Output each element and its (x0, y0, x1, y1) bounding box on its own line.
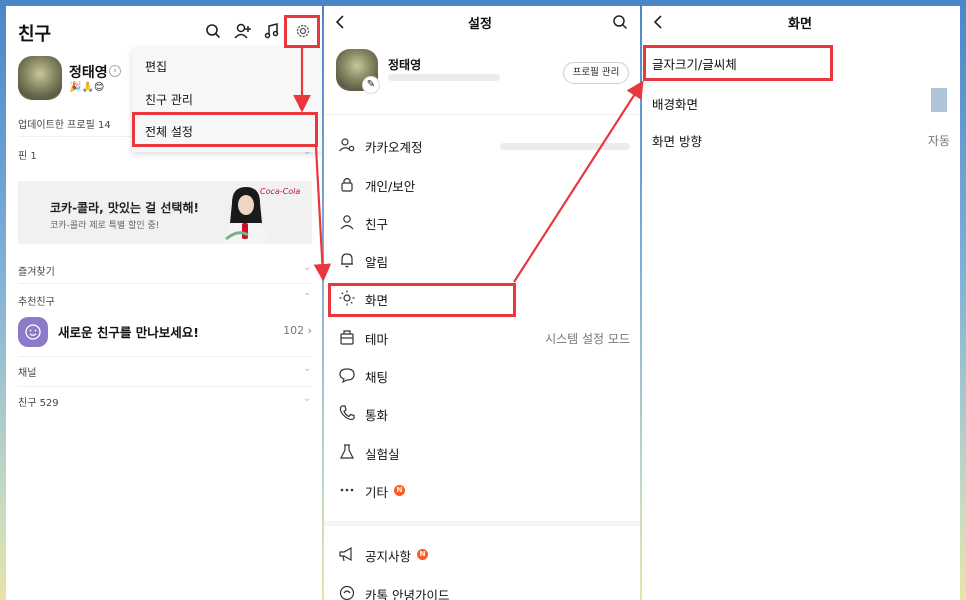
recommend-friends-text[interactable]: 새로운 친구를 만나보세요! (58, 322, 199, 341)
updated-profiles-label[interactable]: 업데이트한 프로필 14 (18, 116, 111, 131)
font-highlight-box (643, 45, 833, 81)
ad-subtitle: 코카-콜라 제로 특별 할인 중! (50, 221, 160, 231)
settings-row-theme[interactable]: 테마 시스템 설정 모드 (324, 326, 640, 348)
blurred-account-info (388, 74, 500, 81)
all-settings-highlight-box (132, 112, 318, 147)
settings-row-label: 개인/보안 (365, 179, 416, 194)
pin-label[interactable]: 핀 1 (18, 147, 37, 162)
profile-name: 정태영 (388, 58, 422, 72)
guide-icon (338, 584, 356, 600)
settings-row-notifications[interactable]: 알림 (324, 249, 640, 271)
settings-row-label: 알림 (365, 255, 389, 270)
settings-row-label: 친구 (365, 217, 389, 232)
smile-icon (18, 317, 48, 347)
settings-row-kakao-account[interactable]: 카카오계정 (324, 134, 640, 156)
theme-icon (338, 328, 356, 346)
music-icon[interactable] (264, 23, 280, 39)
lock-icon (338, 175, 356, 193)
chat-icon (338, 366, 356, 384)
megaphone-icon (338, 545, 356, 563)
chevron-up-icon[interactable]: ⌃ (303, 292, 311, 303)
divider (18, 283, 312, 284)
chevron-down-icon[interactable]: ⌄ (303, 262, 311, 273)
channel-label[interactable]: 채널 (18, 364, 36, 379)
orientation-value: 자동 (927, 134, 950, 148)
divider (324, 114, 640, 115)
new-badge: N (417, 549, 428, 560)
divider (18, 356, 312, 357)
settings-row-label: 기타 (365, 485, 389, 500)
wallpaper-preview[interactable] (931, 88, 947, 112)
account-icon (338, 136, 356, 154)
more-icon (338, 481, 356, 499)
pencil-icon[interactable]: ✎ (362, 76, 380, 94)
settings-row-chat[interactable]: 채팅 (324, 364, 640, 386)
settings-row-label: 공지사항 (365, 549, 412, 564)
page-title: 화면 (788, 17, 812, 32)
settings-row-label: 통화 (365, 408, 389, 423)
settings-row-notice[interactable]: 공지사항 N (324, 543, 640, 565)
chevron-right-icon[interactable]: › (109, 65, 121, 77)
display-highlight-box (328, 283, 516, 317)
settings-row-friends[interactable]: 친구 (324, 211, 640, 233)
settings-row-guide[interactable]: 카톡 안녕가이드 (324, 582, 640, 600)
friends-count-label[interactable]: 친구 529 (18, 394, 59, 409)
profile-status-emoji: 🎉🙏😊 (69, 82, 105, 93)
chevron-down-icon[interactable]: ⌄ (303, 393, 311, 404)
settings-row-label: 카톡 안녕가이드 (365, 588, 450, 600)
display-row-orientation[interactable]: 화면 방향 (652, 131, 702, 150)
settings-row-label: 카카오계정 (365, 140, 423, 155)
search-icon[interactable] (612, 14, 628, 30)
theme-value: 시스템 설정 모드 (545, 332, 630, 346)
person-icon (338, 213, 356, 231)
avatar[interactable] (18, 56, 62, 100)
recommend-count[interactable]: 102 › (283, 324, 312, 337)
settings-row-privacy[interactable]: 개인/보안 (324, 173, 640, 195)
divider (18, 386, 312, 387)
profile-manage-button[interactable]: 프로필 관리 (563, 62, 629, 84)
display-panel: 화면 글자크기/글씨체 배경화면 화면 방향 자동 (642, 6, 960, 600)
gear-highlight-box (284, 15, 320, 48)
recommend-count-value: 102 (283, 324, 305, 337)
section-divider (324, 521, 640, 526)
settings-row-call[interactable]: 통화 (324, 402, 640, 424)
page-title: 설정 (468, 17, 492, 32)
menu-item-manage-friends[interactable]: 친구 관리 (145, 91, 193, 108)
settings-row-label: 실험실 (365, 447, 400, 462)
blurred-email (500, 143, 630, 150)
ad-title: 코카-콜라, 맛있는 걸 선택해! (50, 201, 199, 215)
add-friend-icon[interactable] (234, 23, 252, 39)
settings-row-etc[interactable]: 기타 N (324, 479, 640, 501)
settings-row-label: 채팅 (365, 370, 389, 385)
page-title: 친구 (18, 24, 52, 45)
search-icon[interactable] (205, 23, 221, 39)
settings-row-label: 테마 (365, 332, 389, 347)
ad-banner[interactable]: 코카-콜라, 맛있는 걸 선택해! 코카-콜라 제로 특별 할인 중! Coca… (18, 181, 312, 244)
chevron-down-icon[interactable]: ⌄ (303, 363, 311, 374)
menu-item-edit[interactable]: 편집 (145, 58, 167, 75)
new-badge: N (394, 485, 405, 496)
settings-panel: 설정 ✎ 정태영 프로필 관리 카카오계정 개인/보안 친구 알림 화면 테마 … (324, 6, 640, 600)
back-icon[interactable] (652, 14, 664, 30)
coca-cola-logo: Coca‑Cola (260, 187, 301, 196)
display-row-wallpaper[interactable]: 배경화면 (652, 94, 698, 113)
recommended-label[interactable]: 추천친구 (18, 293, 55, 308)
settings-row-lab[interactable]: 실험실 (324, 441, 640, 463)
profile-name[interactable]: 정태영 (69, 62, 108, 82)
flask-icon (338, 443, 356, 461)
phone-icon (338, 404, 356, 422)
back-icon[interactable] (334, 14, 346, 30)
friends-panel: 친구 정태영 › 🎉🙏😊 업데이트한 프로필 14 핀 1 ⌄ 코카-콜라, 맛… (6, 6, 322, 600)
bell-icon (338, 251, 356, 269)
favorites-label[interactable]: 즐겨찾기 (18, 263, 55, 278)
